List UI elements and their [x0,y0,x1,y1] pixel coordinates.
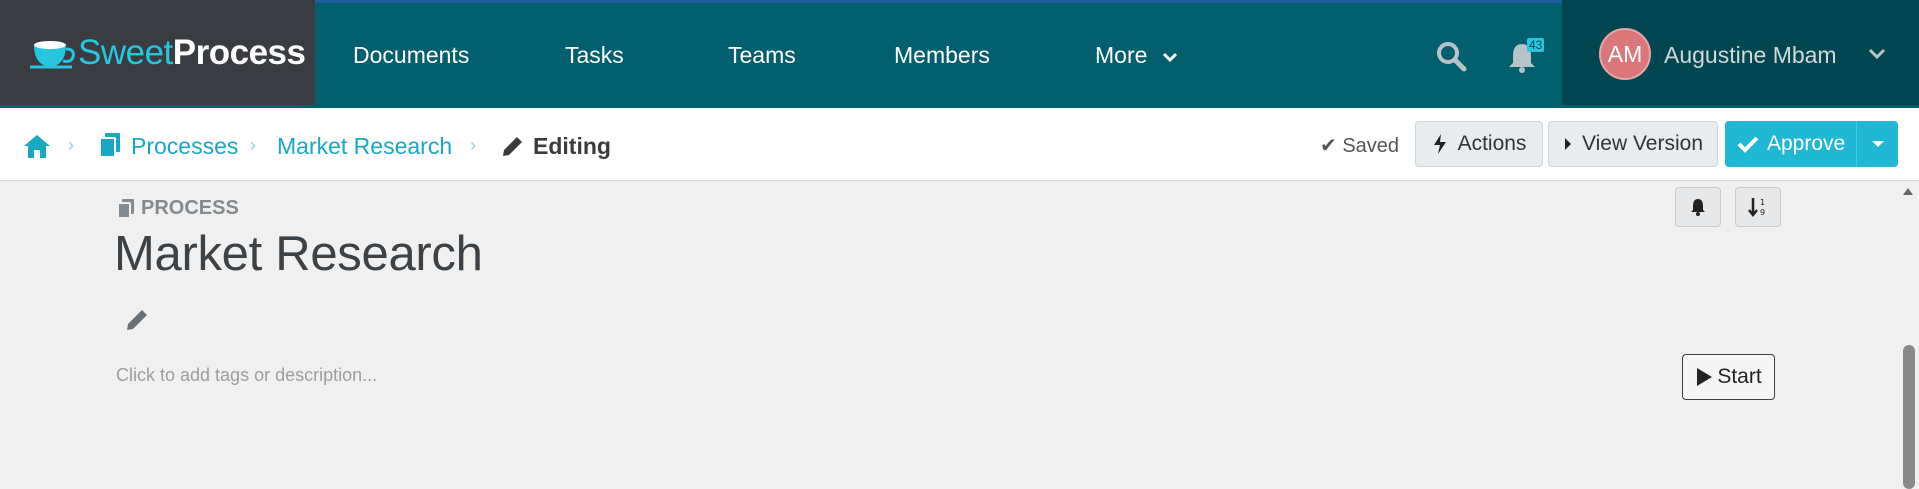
process-type-label: PROCESS [116,197,239,220]
sort-numeric-icon: 1 9 [1748,198,1765,218]
sort-button[interactable]: 1 9 [1735,187,1781,227]
documents-icon [99,133,120,158]
logo[interactable]: SweetProcess [0,0,315,105]
chevron-right-icon: › [250,135,256,155]
home-icon[interactable] [22,132,52,160]
chevron-down-icon[interactable] [1868,48,1886,60]
nav-members[interactable]: Members [894,42,990,69]
check-icon [1737,136,1759,153]
avatar[interactable]: AM [1599,28,1651,80]
actions-button[interactable]: Actions [1415,121,1543,167]
saved-status: ✔ Saved [1320,133,1399,158]
chevron-right-icon: › [68,135,74,155]
svg-text:1: 1 [1760,198,1765,207]
check-icon: ✔ [1320,135,1337,157]
svg-text:9: 9 [1760,208,1765,217]
start-button[interactable]: Start [1682,354,1775,400]
start-label: Start [1717,365,1762,388]
approve-label: Approve [1767,132,1846,155]
bell-icon [1691,199,1705,216]
chevron-down-icon [1162,52,1177,63]
logo-process: Process [172,33,306,72]
logo-sweet: Sweet [78,33,173,72]
notification-badge: 43 [1527,38,1545,52]
page-title[interactable]: Market Research [114,226,483,282]
coffee-cup-icon [30,41,75,69]
breadcrumb-processes[interactable]: Processes [131,133,238,160]
caret-right-icon [1564,138,1571,150]
user-name[interactable]: Augustine Mbam [1664,42,1837,69]
scrollbar-thumb[interactable] [1903,345,1915,489]
scroll-up-arrow-icon[interactable] [1902,186,1914,196]
lightning-icon [1433,134,1446,154]
process-type-text: PROCESS [141,197,239,219]
breadcrumb-current: Editing [533,133,611,159]
view-version-button[interactable]: View Version [1548,121,1718,167]
tags-description-input[interactable]: Click to add tags or description... [116,365,377,386]
pencil-icon [503,137,522,156]
nav-more-label: More [1095,42,1148,68]
search-icon[interactable] [1435,40,1467,72]
nav-more[interactable]: More [1095,42,1178,69]
documents-icon [117,198,134,219]
nav-documents[interactable]: Documents [353,42,469,69]
caret-down-icon [1872,141,1884,147]
notifications-toggle-button[interactable] [1675,187,1721,227]
approve-dropdown-button[interactable] [1856,121,1899,167]
play-icon [1697,368,1713,386]
approve-button[interactable]: Approve [1725,121,1898,167]
view-version-label: View Version [1581,132,1704,155]
breadcrumb-market-research[interactable]: Market Research [277,133,452,160]
saved-label: Saved [1342,135,1400,157]
chevron-right-icon: › [470,135,476,155]
nav-teams[interactable]: Teams [728,42,796,69]
nav-tasks[interactable]: Tasks [565,42,624,69]
pencil-icon[interactable] [124,305,152,333]
actions-label: Actions [1457,132,1527,155]
